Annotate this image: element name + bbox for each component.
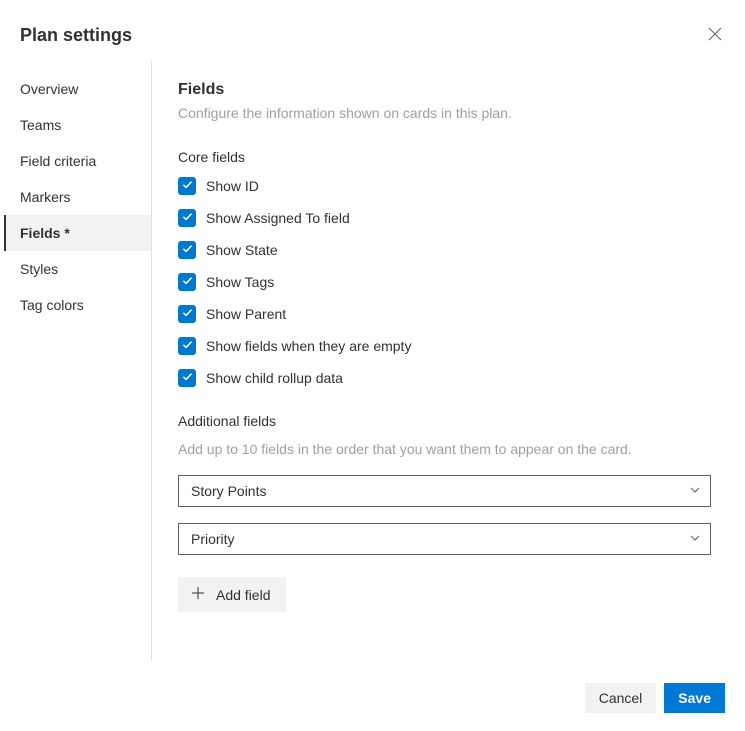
core-fields-label: Core fields bbox=[178, 149, 711, 165]
page-title: Plan settings bbox=[20, 25, 132, 46]
checkbox-show-child-rollup[interactable] bbox=[178, 369, 196, 387]
checkbox-label: Show child rollup data bbox=[206, 370, 343, 386]
checkmark-icon bbox=[181, 242, 194, 258]
additional-fields-label: Additional fields bbox=[178, 413, 711, 429]
chevron-down-icon bbox=[689, 483, 701, 499]
sidebar-item-tag-colors[interactable]: Tag colors bbox=[4, 287, 151, 323]
checkbox-show-empty-fields[interactable] bbox=[178, 337, 196, 355]
save-button[interactable]: Save bbox=[664, 683, 725, 713]
checkbox-label: Show State bbox=[206, 242, 278, 258]
checkmark-icon bbox=[181, 210, 194, 226]
dropdown-value: Story Points bbox=[191, 483, 266, 499]
checkbox-show-tags[interactable] bbox=[178, 273, 196, 291]
checkbox-show-id[interactable] bbox=[178, 177, 196, 195]
close-icon bbox=[707, 26, 723, 45]
sidebar-item-fields[interactable]: Fields * bbox=[4, 215, 151, 251]
checkbox-label: Show fields when they are empty bbox=[206, 338, 411, 354]
plus-icon bbox=[190, 585, 206, 604]
checkmark-icon bbox=[181, 338, 194, 354]
checkmark-icon bbox=[181, 370, 194, 386]
add-field-button[interactable]: Add field bbox=[178, 577, 286, 612]
main-panel: Fields Configure the information shown o… bbox=[152, 61, 745, 661]
footer: Cancel Save bbox=[585, 683, 725, 713]
checkmark-icon bbox=[181, 306, 194, 322]
checkbox-label: Show Parent bbox=[206, 306, 286, 322]
checkbox-show-assigned-to[interactable] bbox=[178, 209, 196, 227]
checkbox-label: Show Tags bbox=[206, 274, 274, 290]
sidebar: Overview Teams Field criteria Markers Fi… bbox=[4, 61, 152, 661]
chevron-down-icon bbox=[689, 531, 701, 547]
sidebar-item-styles[interactable]: Styles bbox=[4, 251, 151, 287]
sidebar-item-markers[interactable]: Markers bbox=[4, 179, 151, 215]
section-description: Configure the information shown on cards… bbox=[178, 105, 711, 121]
field-dropdown-story-points[interactable]: Story Points bbox=[178, 475, 711, 507]
checkbox-show-state[interactable] bbox=[178, 241, 196, 259]
checkbox-show-parent[interactable] bbox=[178, 305, 196, 323]
add-field-label: Add field bbox=[216, 587, 270, 603]
cancel-button[interactable]: Cancel bbox=[585, 683, 657, 713]
additional-fields-description: Add up to 10 fields in the order that yo… bbox=[178, 441, 711, 457]
checkmark-icon bbox=[181, 178, 194, 194]
checkbox-label: Show Assigned To field bbox=[206, 210, 350, 226]
section-title: Fields bbox=[178, 81, 711, 99]
close-button[interactable] bbox=[701, 20, 729, 51]
checkbox-label: Show ID bbox=[206, 178, 259, 194]
checkmark-icon bbox=[181, 274, 194, 290]
sidebar-item-teams[interactable]: Teams bbox=[4, 107, 151, 143]
field-dropdown-priority[interactable]: Priority bbox=[178, 523, 711, 555]
sidebar-item-overview[interactable]: Overview bbox=[4, 71, 151, 107]
sidebar-item-field-criteria[interactable]: Field criteria bbox=[4, 143, 151, 179]
dropdown-value: Priority bbox=[191, 531, 235, 547]
